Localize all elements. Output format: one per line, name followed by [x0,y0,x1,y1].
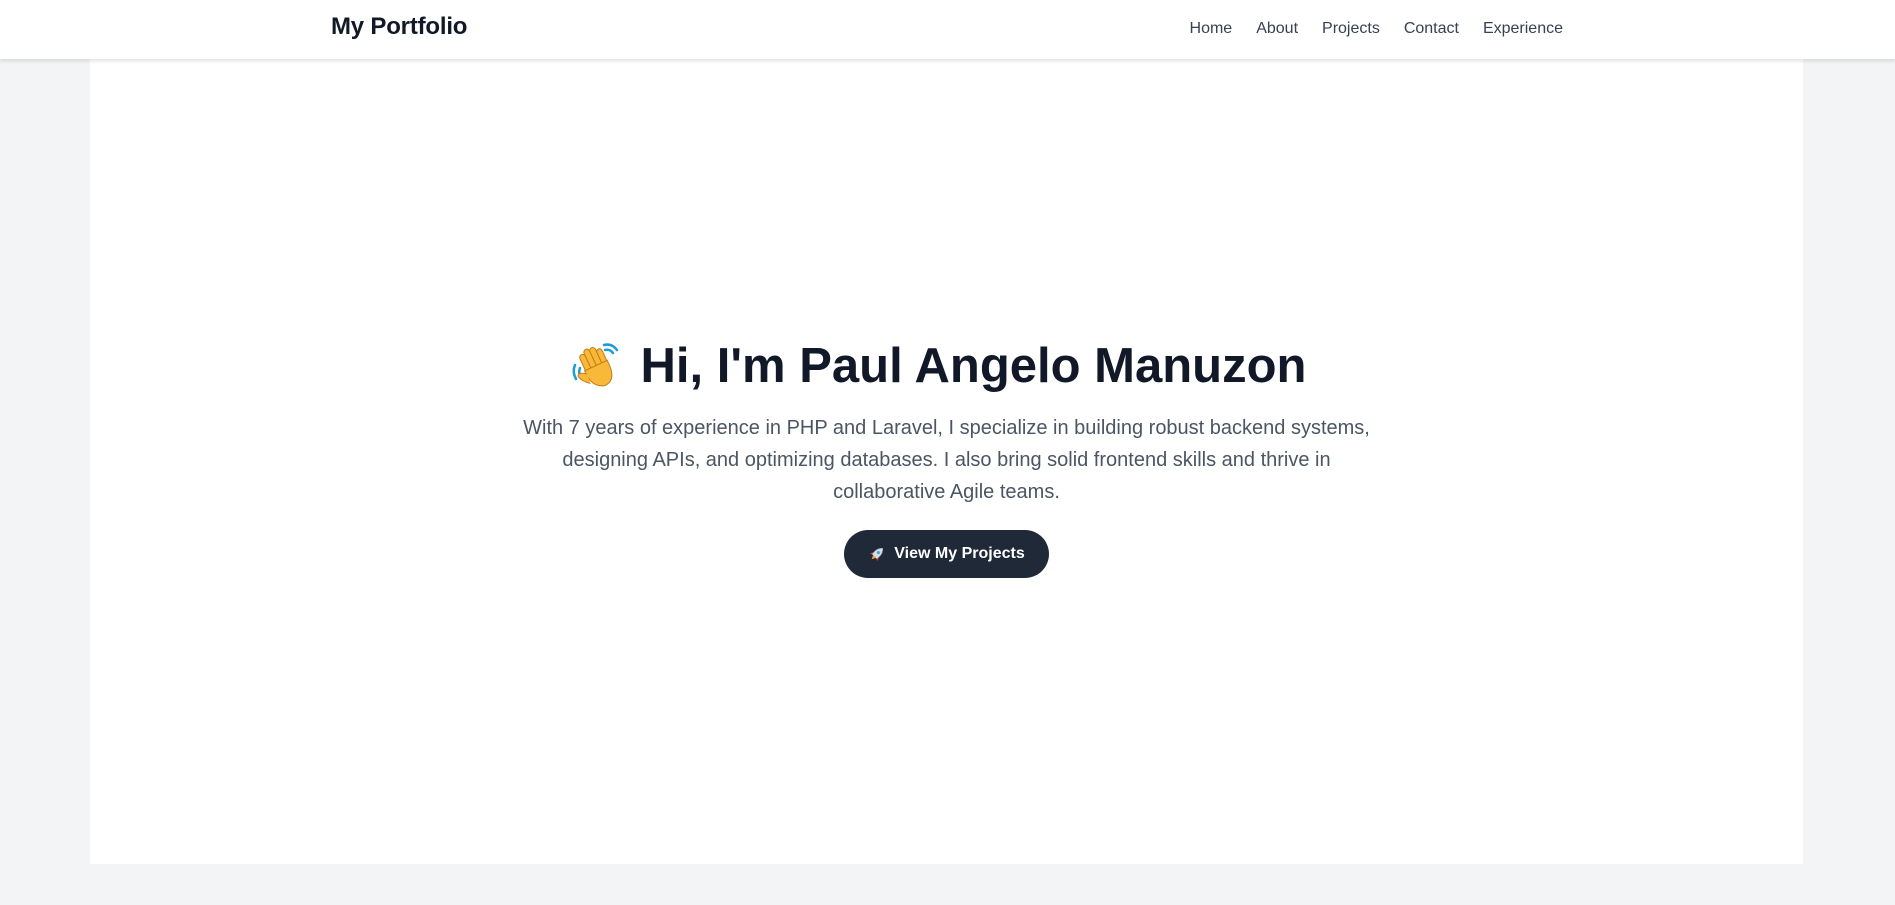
view-projects-label: View My Projects [894,545,1025,563]
hero-title-text: Hi, I'm Paul Angelo Manuzon [640,339,1307,393]
waving-hand-icon [569,339,623,393]
nav-link-contact[interactable]: Contact [1404,20,1459,38]
hero-description: With 7 years of experience in PHP and La… [523,417,1370,504]
main-content: Hi, I'm Paul Angelo Manuzon With 7 years… [90,59,1803,864]
nav-links: Home About Projects Contact Experience [1190,0,1563,58]
site-brand[interactable]: My Portfolio [331,13,467,41]
rocket-icon [868,545,886,563]
hero-section: Hi, I'm Paul Angelo Manuzon With 7 years… [90,337,1803,579]
top-navbar: My Portfolio Home About Projects Contact… [0,0,1895,59]
hero-title: Hi, I'm Paul Angelo Manuzon [569,337,1307,396]
view-projects-button[interactable]: View My Projects [844,530,1049,579]
nav-link-home[interactable]: Home [1190,20,1233,38]
nav-link-projects[interactable]: Projects [1322,20,1380,38]
nav-link-about[interactable]: About [1256,20,1298,38]
nav-link-experience[interactable]: Experience [1483,20,1563,38]
